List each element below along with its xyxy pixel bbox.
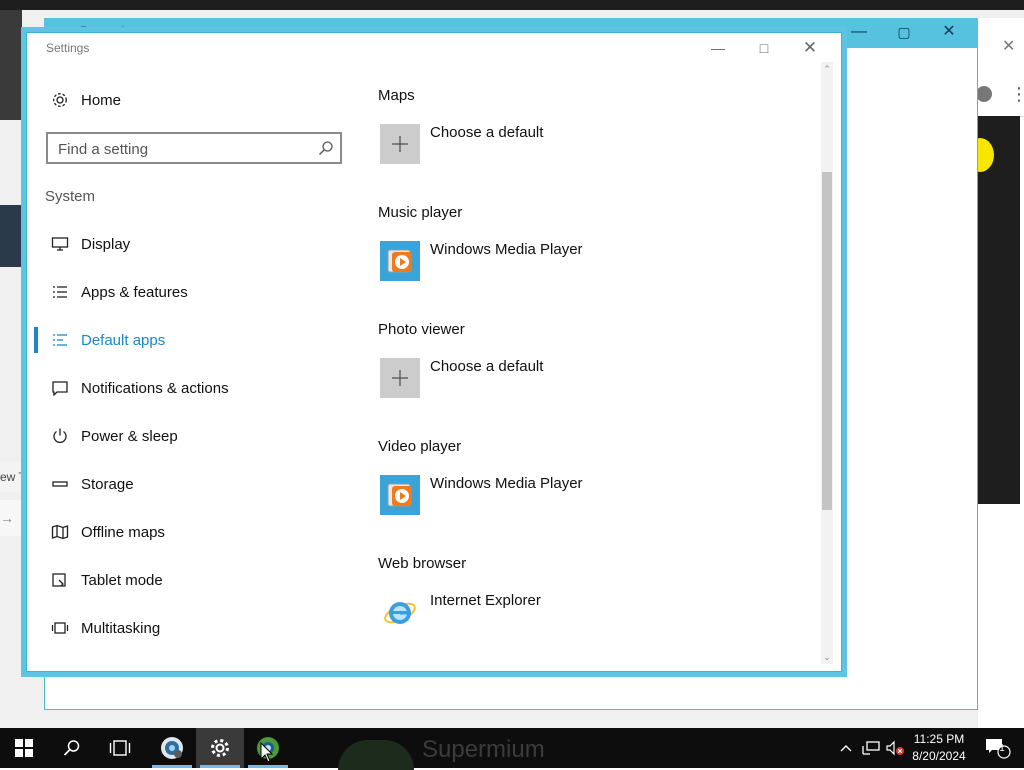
browser-content-dark — [978, 116, 1020, 504]
browser-globe-icon — [161, 737, 183, 759]
background-window-strip — [0, 205, 22, 267]
gear-icon — [211, 739, 229, 757]
sidebar-item-label: Apps & features — [81, 283, 188, 301]
network-icon[interactable] — [860, 728, 882, 768]
clock-date: 8/20/2024 — [912, 749, 966, 763]
monitor-icon — [48, 236, 72, 252]
default-app-name: Internet Explorer — [430, 592, 541, 609]
sidebar-item-label: Storage — [81, 475, 134, 493]
settings-window-title: Settings — [46, 41, 90, 55]
sidebar-item-display[interactable]: Display — [34, 224, 344, 264]
sidebar-item-multitasking[interactable]: Multitasking — [34, 608, 344, 648]
sidebar-item-power-sleep[interactable]: Power & sleep — [34, 416, 344, 456]
storage-icon — [48, 476, 72, 492]
default-app-name: Choose a default — [430, 358, 544, 375]
chevron-up-icon — [840, 745, 852, 752]
task-view-icon — [109, 740, 131, 756]
maximize-button[interactable]: □ — [750, 36, 778, 60]
show-hidden-icons-button[interactable] — [836, 728, 856, 768]
default-app-name: Windows Media Player — [430, 475, 583, 492]
clock[interactable]: 11:25 PM 8/20/2024 — [906, 731, 972, 765]
search-input[interactable] — [48, 134, 320, 164]
windows-media-player-icon — [380, 241, 420, 281]
notification-icon — [48, 380, 72, 396]
default-app-photo-button[interactable]: Choose a default — [378, 358, 778, 402]
category-heading-photo-viewer: Photo viewer — [378, 321, 465, 338]
tablet-icon — [48, 572, 72, 588]
browser-close-icon[interactable]: ✕ — [1002, 36, 1015, 56]
power-icon — [48, 427, 72, 445]
supermium-wallpaper-text: Supermium — [422, 736, 545, 763]
search-icon[interactable] — [318, 140, 334, 156]
profile-avatar-icon[interactable] — [976, 86, 992, 102]
plus-icon — [380, 358, 420, 398]
sidebar-item-apps-features[interactable]: Apps & features — [34, 272, 344, 312]
close-button[interactable]: ✕ — [796, 36, 824, 60]
default-app-browser-button[interactable]: Internet Explorer — [378, 592, 778, 636]
windows-logo-icon — [15, 739, 33, 757]
map-icon — [48, 524, 72, 540]
mouse-cursor-icon — [260, 741, 274, 769]
scroll-up-arrow-icon[interactable]: ⌃ — [821, 62, 833, 76]
taskbar-app-settings[interactable] — [196, 728, 244, 768]
more-menu-icon[interactable]: ⋮ — [1010, 84, 1024, 105]
background-window-edge — [0, 10, 22, 120]
background-close-button[interactable]: ✕ — [938, 21, 960, 43]
default-app-name: Choose a default — [430, 124, 544, 141]
sidebar-item-label: Multitasking — [81, 619, 161, 637]
default-app-video-button[interactable]: Windows Media Player — [378, 475, 778, 519]
sidebar-item-label: Default apps — [81, 331, 166, 349]
task-view-button[interactable] — [96, 728, 144, 768]
sidebar-item-label: Home — [81, 91, 122, 109]
browser-content-light — [978, 504, 1020, 606]
background-top-bar — [0, 0, 1024, 10]
category-heading-maps: Maps — [378, 87, 415, 104]
search-icon — [63, 740, 80, 756]
notification-count-badge: 1 — [999, 743, 1005, 754]
clock-time: 11:25 PM — [913, 732, 965, 746]
scrollbar-thumb[interactable] — [822, 172, 832, 510]
minimize-button[interactable]: — — [704, 36, 732, 60]
sidebar-item-notifications[interactable]: Notifications & actions — [34, 368, 344, 408]
default-apps-icon — [48, 332, 72, 348]
multitasking-icon — [48, 620, 72, 636]
taskbar-search-button[interactable] — [48, 728, 96, 768]
sidebar-item-offline-maps[interactable]: Offline maps — [34, 512, 344, 552]
sidebar-item-default-apps[interactable]: Default apps — [34, 320, 344, 360]
windows-media-player-icon — [380, 475, 420, 515]
sidebar-item-label: Tablet mode — [81, 571, 163, 589]
list-icon — [48, 284, 72, 300]
search-box[interactable] — [46, 132, 342, 164]
sidebar-item-tablet-mode[interactable]: Tablet mode — [34, 560, 344, 600]
default-app-name: Windows Media Player — [430, 241, 583, 258]
sidebar-item-label: Notifications & actions — [81, 379, 229, 397]
gear-icon — [48, 91, 72, 109]
background-minimize-button[interactable]: — — [848, 21, 870, 43]
default-app-maps-button[interactable]: Choose a default — [378, 124, 778, 168]
sidebar-item-label: Display — [81, 235, 131, 253]
background-browser-tab[interactable]: ew Ta — [0, 462, 28, 492]
action-center-button[interactable]: 1 — [978, 728, 1018, 768]
background-back-arrow-icon[interactable]: → — [0, 500, 28, 536]
start-button[interactable] — [0, 728, 48, 768]
scroll-down-arrow-icon[interactable]: ⌄ — [821, 650, 833, 664]
default-app-music-button[interactable]: Windows Media Player — [378, 241, 778, 285]
volume-muted-icon[interactable] — [884, 728, 906, 768]
section-heading-system: System — [45, 188, 96, 205]
taskbar-app-browser[interactable] — [148, 728, 196, 768]
sidebar-item-home[interactable]: Home — [34, 80, 344, 120]
sidebar-item-label: Offline maps — [81, 523, 165, 541]
category-heading-web-browser: Web browser — [378, 555, 467, 572]
sidebar-item-storage[interactable]: Storage — [34, 464, 344, 504]
background-maximize-button[interactable]: ▢ — [893, 21, 915, 43]
sidebar-item-label: Power & sleep — [81, 427, 178, 445]
plus-icon — [380, 124, 420, 164]
category-heading-video-player: Video player — [378, 438, 462, 455]
category-heading-music-player: Music player — [378, 204, 463, 221]
internet-explorer-icon — [380, 592, 420, 632]
